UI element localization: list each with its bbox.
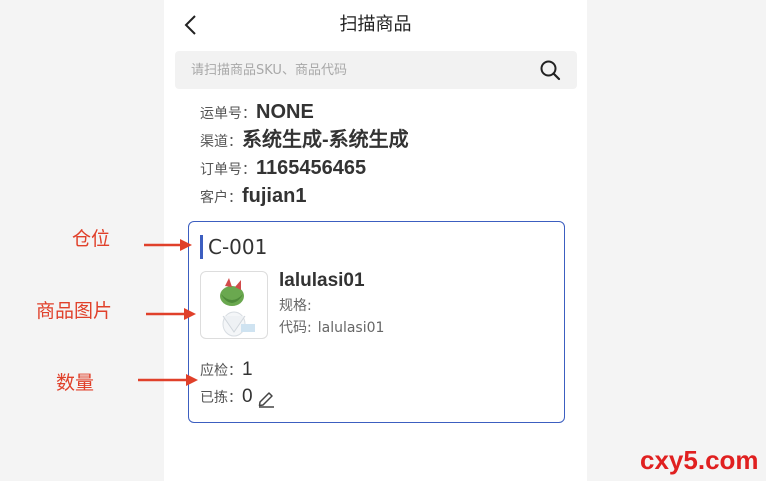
product-figure-icon — [220, 278, 255, 337]
channel-row: 渠道：系统生成-系统生成 — [200, 128, 409, 154]
annotation-arrow-quantity — [138, 374, 198, 386]
picked-label: 已拣： — [200, 390, 242, 406]
spec-label: 规格: — [279, 298, 312, 314]
code-label: 代码: — [279, 320, 312, 336]
search-bar[interactable] — [175, 51, 577, 89]
channel-value: 系统生成-系统生成 — [242, 129, 409, 151]
spec-row: 规格: — [279, 296, 312, 316]
annotation-location: 仓位 — [72, 228, 111, 250]
annotation-image: 商品图片 — [36, 300, 113, 322]
annotation-quantity: 数量 — [56, 372, 95, 394]
location-accent-bar — [200, 235, 203, 259]
search-input[interactable] — [191, 60, 531, 80]
expected-row: 应检：1 — [200, 359, 253, 382]
picked-value: 0 — [242, 386, 253, 407]
picked-row: 已拣：0 — [200, 386, 276, 409]
phone-screen: 扫描商品 运单号：NONE 渠道：系统生成-系统生成 订单号：116545646… — [164, 0, 587, 481]
expected-label: 应检： — [200, 363, 242, 379]
product-image — [200, 271, 268, 339]
order-value: 1165456465 — [256, 157, 367, 179]
search-icon[interactable] — [539, 59, 561, 81]
customer-row: 客户：fujian1 — [200, 184, 306, 210]
waybill-value: NONE — [256, 101, 314, 123]
annotation-arrow-location — [144, 239, 192, 251]
product-card[interactable]: C-001 lalulasi01 规格: 代码: lalulasi01 应检：1 … — [188, 221, 565, 423]
channel-label: 渠道： — [200, 134, 242, 150]
code-value: lalulasi01 — [317, 320, 385, 336]
location-code: C-001 — [208, 235, 268, 259]
order-row: 订单号：1165456465 — [200, 156, 366, 182]
page-title: 扫描商品 — [339, 14, 412, 35]
product-name: lalulasi01 — [279, 270, 365, 291]
annotation-arrow-image — [146, 308, 196, 320]
customer-value: fujian1 — [242, 185, 307, 207]
waybill-row: 运单号：NONE — [200, 100, 314, 126]
expected-value: 1 — [242, 359, 253, 380]
pencil-icon[interactable] — [256, 388, 276, 408]
code-row: 代码: lalulasi01 — [279, 318, 384, 338]
waybill-label: 运单号： — [200, 106, 256, 122]
watermark: cxy5.com — [640, 445, 759, 475]
order-label: 订单号： — [200, 162, 256, 178]
customer-label: 客户： — [200, 190, 242, 206]
